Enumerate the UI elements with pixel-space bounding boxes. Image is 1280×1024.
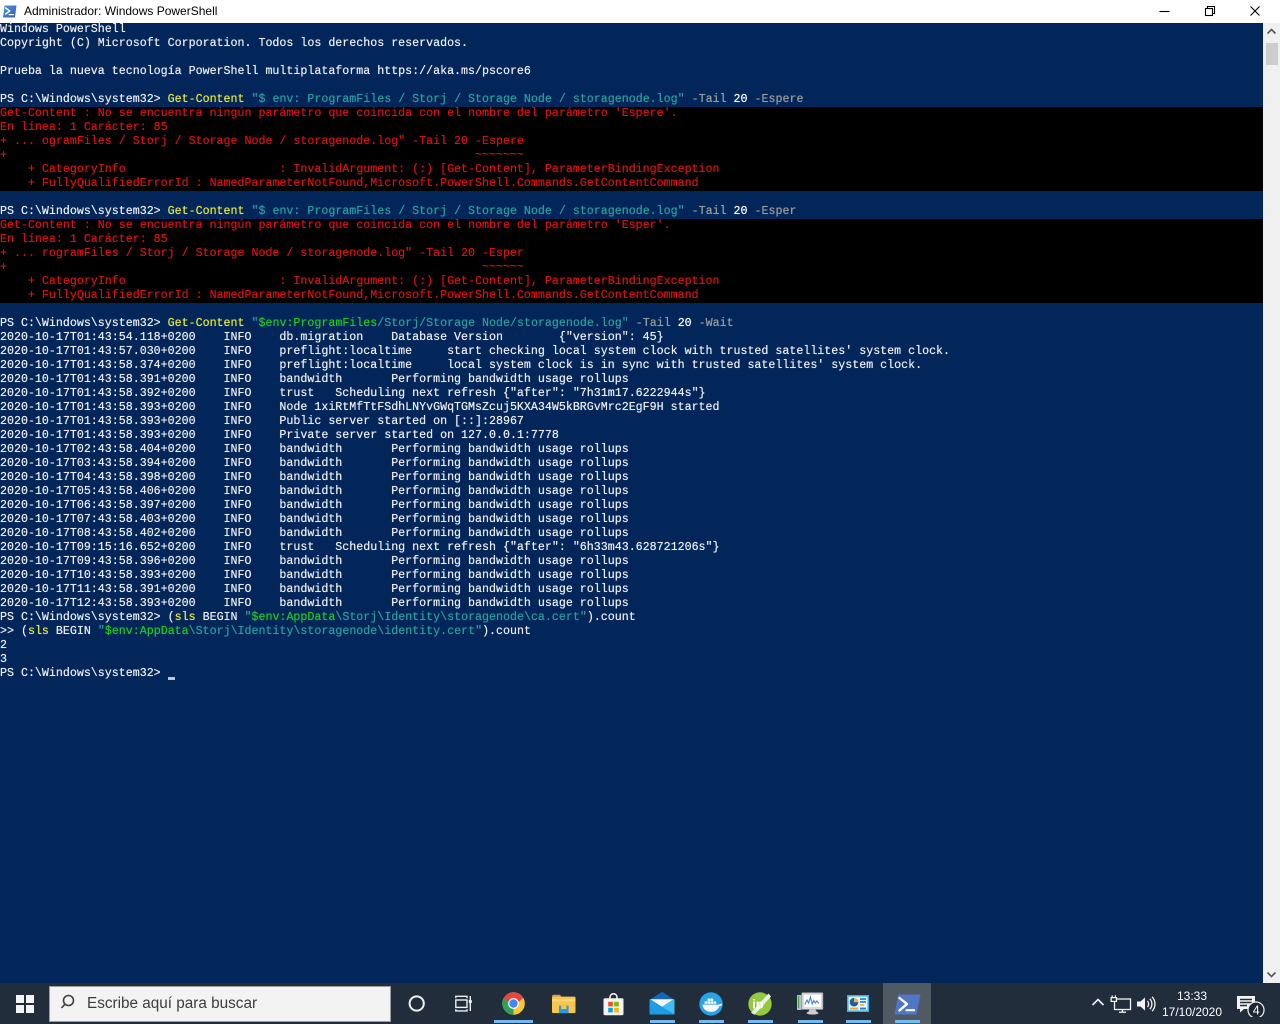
svg-text:ip: ip [752, 997, 764, 1012]
svg-text:4: 4 [1253, 1004, 1260, 1018]
